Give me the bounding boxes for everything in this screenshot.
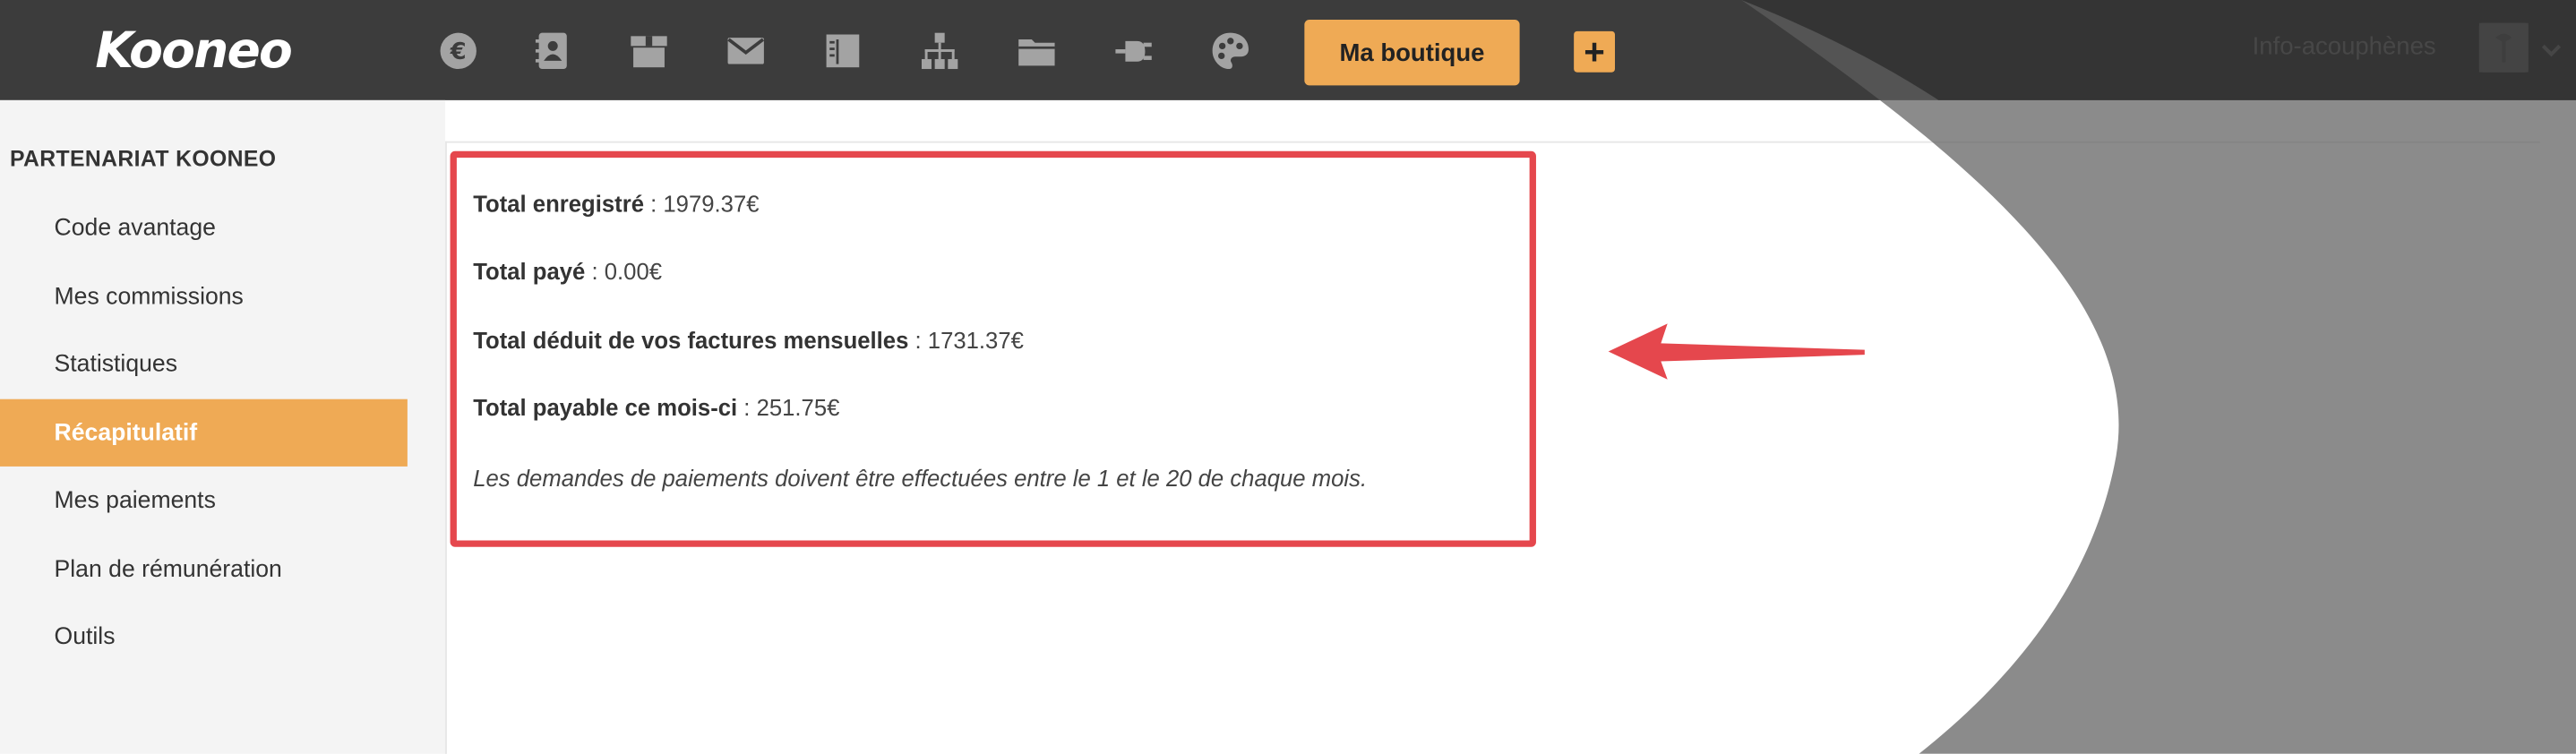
- red-arrow-icon: [1608, 323, 1865, 380]
- envelope-icon[interactable]: [718, 23, 774, 79]
- sidebar-item-statistiques[interactable]: Statistiques: [0, 330, 408, 398]
- top-navigation-bar: Kooneo € Ma boutique + Info-acouphènes: [0, 0, 2576, 100]
- sidebar-item-label: Outils: [54, 623, 116, 650]
- sidebar-item-label: Statistiques: [54, 350, 178, 377]
- summary-value: : 0.00€: [591, 257, 663, 285]
- summary-line-total-paye: Total payé : 0.00€: [473, 258, 662, 284]
- sidebar-item-label: Plan de rémunération: [54, 555, 282, 583]
- summary-label: Total enregistré: [473, 190, 645, 218]
- folder-icon[interactable]: [1009, 23, 1064, 79]
- sidebar-item-label: Récapitulatif: [54, 419, 198, 446]
- avatar-image-icon: [2478, 22, 2529, 73]
- euro-icon[interactable]: €: [431, 23, 486, 79]
- summary-line-total-payable: Total payable ce mois-ci : 251.75€: [473, 394, 839, 420]
- kooneo-logo[interactable]: Kooneo: [95, 20, 292, 85]
- sidebar: PARTENARIAT KOONEO Code avantage Mes com…: [0, 99, 446, 754]
- sidebar-item-recapitulatif[interactable]: Récapitulatif: [0, 398, 408, 467]
- summary-box: Total enregistré : 1979.37€ Total payé :…: [450, 150, 1536, 547]
- columns-icon[interactable]: [815, 23, 871, 79]
- summary-value: : 1979.37€: [650, 190, 760, 218]
- sidebar-item-label: Code avantage: [54, 214, 216, 241]
- plug-icon[interactable]: [1105, 23, 1161, 79]
- sidebar-title: PARTENARIAT KOONEO: [10, 146, 277, 171]
- sidebar-item-plan-de-remuneration[interactable]: Plan de rémunération: [0, 536, 408, 603]
- sitemap-icon[interactable]: [912, 23, 967, 79]
- svg-text:€: €: [450, 39, 467, 65]
- sidebar-item-label: Mes commissions: [54, 283, 244, 310]
- address-book-icon[interactable]: [524, 23, 580, 79]
- user-avatar[interactable]: [2478, 22, 2529, 73]
- sidebar-item-mes-paiements[interactable]: Mes paiements: [0, 467, 408, 534]
- page: Kooneo € Ma boutique + Info-acouphènes P…: [0, 0, 2576, 754]
- payment-note: Les demandes de paiements doivent être e…: [473, 465, 1368, 492]
- palette-icon[interactable]: [1203, 23, 1258, 79]
- summary-value: : 251.75€: [743, 394, 840, 421]
- summary-line-total-deduit: Total déduit de vos factures mensuelles …: [473, 327, 1024, 353]
- add-button[interactable]: +: [1574, 30, 1616, 73]
- summary-label: Total payable ce mois-ci: [473, 394, 738, 421]
- chevron-down-icon[interactable]: [2538, 36, 2564, 62]
- sidebar-item-label: Mes paiements: [54, 486, 216, 514]
- box-icon[interactable]: [621, 23, 676, 79]
- summary-label: Total payé: [473, 257, 586, 285]
- summary-value: : 1731.37€: [914, 327, 1024, 354]
- sidebar-item-mes-commissions[interactable]: Mes commissions: [0, 262, 408, 330]
- user-name[interactable]: Info-acouphènes: [2253, 30, 2436, 65]
- ma-boutique-button[interactable]: Ma boutique: [1304, 20, 1520, 86]
- sidebar-item-code-avantage[interactable]: Code avantage: [0, 193, 408, 261]
- summary-line-total-enregistre: Total enregistré : 1979.37€: [473, 191, 759, 217]
- sidebar-item-outils[interactable]: Outils: [0, 603, 408, 670]
- summary-label: Total déduit de vos factures mensuelles: [473, 327, 909, 354]
